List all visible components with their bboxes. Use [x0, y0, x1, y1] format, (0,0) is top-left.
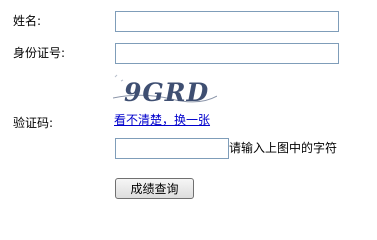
name-input[interactable] [115, 11, 339, 32]
id-number-label: 身份证号: [13, 46, 66, 60]
captcha-image: 9GRD [113, 72, 217, 110]
captcha-hint: 请输入上图中的字符 [229, 141, 338, 155]
query-results-button[interactable]: 成绩查询 [115, 178, 194, 199]
captcha-input[interactable] [115, 138, 229, 159]
name-label: 姓名: [13, 14, 42, 28]
captcha-label: 验证码: [13, 116, 54, 130]
captcha-graphic: 9GRD [113, 72, 217, 110]
captcha-refresh-link[interactable]: 看不清楚，换一张 [114, 113, 210, 127]
id-number-input[interactable] [115, 43, 339, 64]
captcha-text: 9GRD [124, 78, 209, 107]
